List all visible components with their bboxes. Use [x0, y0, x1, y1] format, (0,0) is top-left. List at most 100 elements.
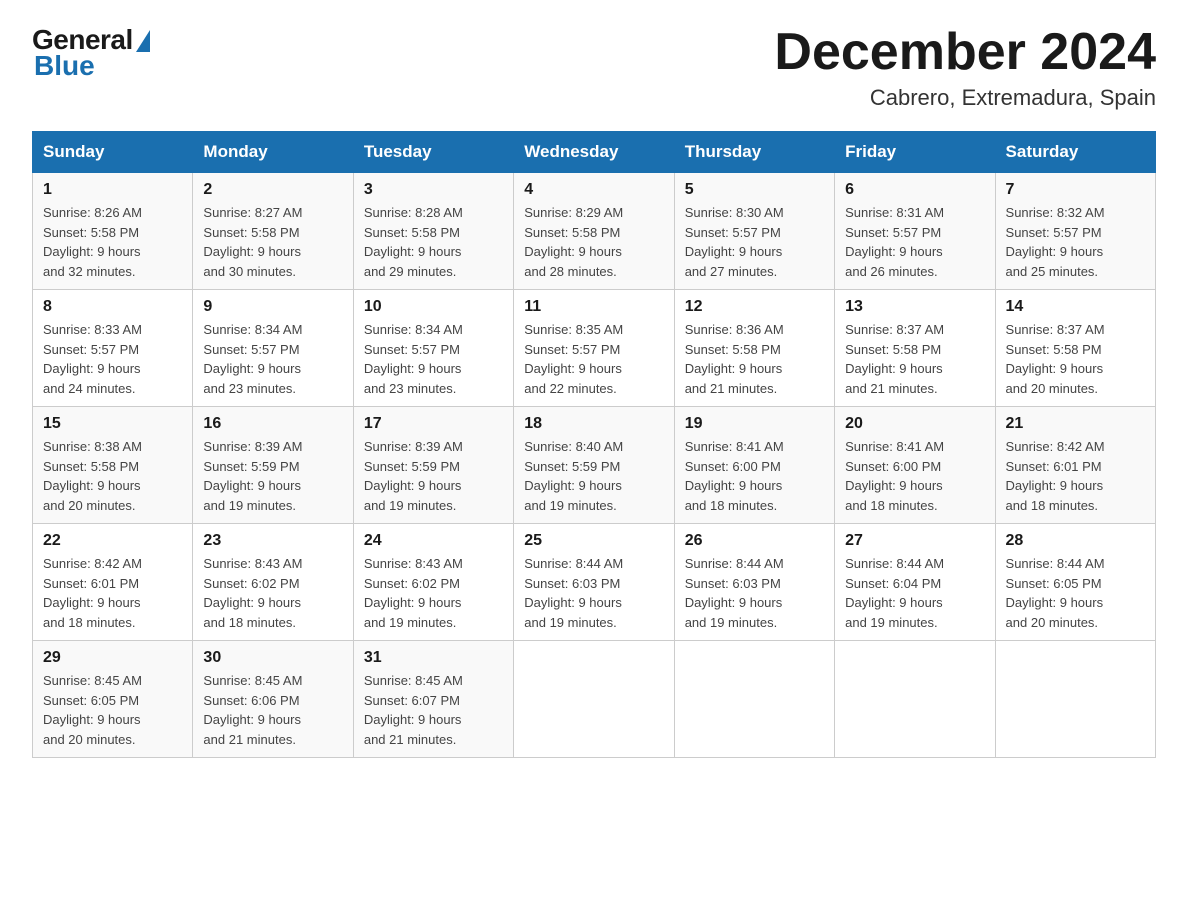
day-detail: Sunrise: 8:32 AMSunset: 5:57 PMDaylight:…: [1006, 205, 1105, 279]
calendar-cell: 14 Sunrise: 8:37 AMSunset: 5:58 PMDaylig…: [995, 290, 1155, 407]
day-detail: Sunrise: 8:39 AMSunset: 5:59 PMDaylight:…: [364, 439, 463, 513]
header-sunday: Sunday: [33, 132, 193, 173]
calendar-cell: 15 Sunrise: 8:38 AMSunset: 5:58 PMDaylig…: [33, 407, 193, 524]
day-detail: Sunrise: 8:27 AMSunset: 5:58 PMDaylight:…: [203, 205, 302, 279]
day-number: 14: [1006, 298, 1145, 316]
logo-blue-text: Blue: [34, 50, 95, 82]
calendar-cell: 11 Sunrise: 8:35 AMSunset: 5:57 PMDaylig…: [514, 290, 674, 407]
calendar-cell: 6 Sunrise: 8:31 AMSunset: 5:57 PMDayligh…: [835, 173, 995, 290]
day-number: 4: [524, 181, 663, 199]
calendar-cell: 23 Sunrise: 8:43 AMSunset: 6:02 PMDaylig…: [193, 524, 353, 641]
calendar-week-row: 15 Sunrise: 8:38 AMSunset: 5:58 PMDaylig…: [33, 407, 1156, 524]
day-number: 27: [845, 532, 984, 550]
day-number: 18: [524, 415, 663, 433]
calendar-cell: [674, 641, 834, 758]
day-detail: Sunrise: 8:44 AMSunset: 6:04 PMDaylight:…: [845, 556, 944, 630]
calendar-cell: 22 Sunrise: 8:42 AMSunset: 6:01 PMDaylig…: [33, 524, 193, 641]
day-detail: Sunrise: 8:28 AMSunset: 5:58 PMDaylight:…: [364, 205, 463, 279]
calendar-cell: 20 Sunrise: 8:41 AMSunset: 6:00 PMDaylig…: [835, 407, 995, 524]
calendar-table: Sunday Monday Tuesday Wednesday Thursday…: [32, 131, 1156, 758]
calendar-cell: 1 Sunrise: 8:26 AMSunset: 5:58 PMDayligh…: [33, 173, 193, 290]
day-detail: Sunrise: 8:33 AMSunset: 5:57 PMDaylight:…: [43, 322, 142, 396]
day-detail: Sunrise: 8:38 AMSunset: 5:58 PMDaylight:…: [43, 439, 142, 513]
calendar-cell: 31 Sunrise: 8:45 AMSunset: 6:07 PMDaylig…: [353, 641, 513, 758]
calendar-cell: 26 Sunrise: 8:44 AMSunset: 6:03 PMDaylig…: [674, 524, 834, 641]
day-detail: Sunrise: 8:41 AMSunset: 6:00 PMDaylight:…: [845, 439, 944, 513]
day-number: 16: [203, 415, 342, 433]
page-header: General Blue December 2024 Cabrero, Extr…: [32, 24, 1156, 111]
calendar-cell: [514, 641, 674, 758]
day-number: 23: [203, 532, 342, 550]
day-number: 6: [845, 181, 984, 199]
calendar-cell: 13 Sunrise: 8:37 AMSunset: 5:58 PMDaylig…: [835, 290, 995, 407]
day-number: 10: [364, 298, 503, 316]
day-detail: Sunrise: 8:34 AMSunset: 5:57 PMDaylight:…: [203, 322, 302, 396]
calendar-cell: 5 Sunrise: 8:30 AMSunset: 5:57 PMDayligh…: [674, 173, 834, 290]
day-detail: Sunrise: 8:42 AMSunset: 6:01 PMDaylight:…: [1006, 439, 1105, 513]
header-tuesday: Tuesday: [353, 132, 513, 173]
calendar-cell: 21 Sunrise: 8:42 AMSunset: 6:01 PMDaylig…: [995, 407, 1155, 524]
day-number: 11: [524, 298, 663, 316]
day-number: 30: [203, 649, 342, 667]
day-number: 2: [203, 181, 342, 199]
day-detail: Sunrise: 8:41 AMSunset: 6:00 PMDaylight:…: [685, 439, 784, 513]
calendar-week-row: 22 Sunrise: 8:42 AMSunset: 6:01 PMDaylig…: [33, 524, 1156, 641]
calendar-cell: 19 Sunrise: 8:41 AMSunset: 6:00 PMDaylig…: [674, 407, 834, 524]
day-detail: Sunrise: 8:26 AMSunset: 5:58 PMDaylight:…: [43, 205, 142, 279]
day-detail: Sunrise: 8:42 AMSunset: 6:01 PMDaylight:…: [43, 556, 142, 630]
month-title: December 2024: [774, 24, 1156, 81]
day-number: 21: [1006, 415, 1145, 433]
calendar-cell: 3 Sunrise: 8:28 AMSunset: 5:58 PMDayligh…: [353, 173, 513, 290]
calendar-cell: 16 Sunrise: 8:39 AMSunset: 5:59 PMDaylig…: [193, 407, 353, 524]
day-number: 20: [845, 415, 984, 433]
day-detail: Sunrise: 8:30 AMSunset: 5:57 PMDaylight:…: [685, 205, 784, 279]
calendar-cell: 29 Sunrise: 8:45 AMSunset: 6:05 PMDaylig…: [33, 641, 193, 758]
calendar-cell: 25 Sunrise: 8:44 AMSunset: 6:03 PMDaylig…: [514, 524, 674, 641]
header-monday: Monday: [193, 132, 353, 173]
calendar-cell: 12 Sunrise: 8:36 AMSunset: 5:58 PMDaylig…: [674, 290, 834, 407]
location: Cabrero, Extremadura, Spain: [774, 85, 1156, 111]
day-detail: Sunrise: 8:45 AMSunset: 6:07 PMDaylight:…: [364, 673, 463, 747]
calendar-cell: 18 Sunrise: 8:40 AMSunset: 5:59 PMDaylig…: [514, 407, 674, 524]
day-number: 17: [364, 415, 503, 433]
day-number: 13: [845, 298, 984, 316]
calendar-cell: 17 Sunrise: 8:39 AMSunset: 5:59 PMDaylig…: [353, 407, 513, 524]
calendar-cell: 10 Sunrise: 8:34 AMSunset: 5:57 PMDaylig…: [353, 290, 513, 407]
day-detail: Sunrise: 8:40 AMSunset: 5:59 PMDaylight:…: [524, 439, 623, 513]
calendar-cell: 7 Sunrise: 8:32 AMSunset: 5:57 PMDayligh…: [995, 173, 1155, 290]
day-number: 7: [1006, 181, 1145, 199]
calendar-cell: [995, 641, 1155, 758]
title-area: December 2024 Cabrero, Extremadura, Spai…: [774, 24, 1156, 111]
day-number: 26: [685, 532, 824, 550]
header-thursday: Thursday: [674, 132, 834, 173]
day-number: 5: [685, 181, 824, 199]
calendar-cell: 28 Sunrise: 8:44 AMSunset: 6:05 PMDaylig…: [995, 524, 1155, 641]
header-saturday: Saturday: [995, 132, 1155, 173]
day-detail: Sunrise: 8:44 AMSunset: 6:05 PMDaylight:…: [1006, 556, 1105, 630]
calendar-cell: 8 Sunrise: 8:33 AMSunset: 5:57 PMDayligh…: [33, 290, 193, 407]
day-number: 3: [364, 181, 503, 199]
logo: General Blue: [32, 24, 150, 82]
day-number: 29: [43, 649, 182, 667]
day-number: 12: [685, 298, 824, 316]
logo-triangle-icon: [136, 30, 150, 52]
day-number: 24: [364, 532, 503, 550]
header-friday: Friday: [835, 132, 995, 173]
day-detail: Sunrise: 8:37 AMSunset: 5:58 PMDaylight:…: [1006, 322, 1105, 396]
calendar-week-row: 29 Sunrise: 8:45 AMSunset: 6:05 PMDaylig…: [33, 641, 1156, 758]
day-detail: Sunrise: 8:37 AMSunset: 5:58 PMDaylight:…: [845, 322, 944, 396]
day-detail: Sunrise: 8:44 AMSunset: 6:03 PMDaylight:…: [524, 556, 623, 630]
calendar-cell: 30 Sunrise: 8:45 AMSunset: 6:06 PMDaylig…: [193, 641, 353, 758]
day-number: 15: [43, 415, 182, 433]
day-number: 8: [43, 298, 182, 316]
calendar-cell: 2 Sunrise: 8:27 AMSunset: 5:58 PMDayligh…: [193, 173, 353, 290]
day-number: 1: [43, 181, 182, 199]
day-detail: Sunrise: 8:45 AMSunset: 6:06 PMDaylight:…: [203, 673, 302, 747]
calendar-cell: 9 Sunrise: 8:34 AMSunset: 5:57 PMDayligh…: [193, 290, 353, 407]
day-detail: Sunrise: 8:44 AMSunset: 6:03 PMDaylight:…: [685, 556, 784, 630]
day-detail: Sunrise: 8:43 AMSunset: 6:02 PMDaylight:…: [364, 556, 463, 630]
day-detail: Sunrise: 8:39 AMSunset: 5:59 PMDaylight:…: [203, 439, 302, 513]
day-detail: Sunrise: 8:36 AMSunset: 5:58 PMDaylight:…: [685, 322, 784, 396]
day-detail: Sunrise: 8:43 AMSunset: 6:02 PMDaylight:…: [203, 556, 302, 630]
day-number: 25: [524, 532, 663, 550]
